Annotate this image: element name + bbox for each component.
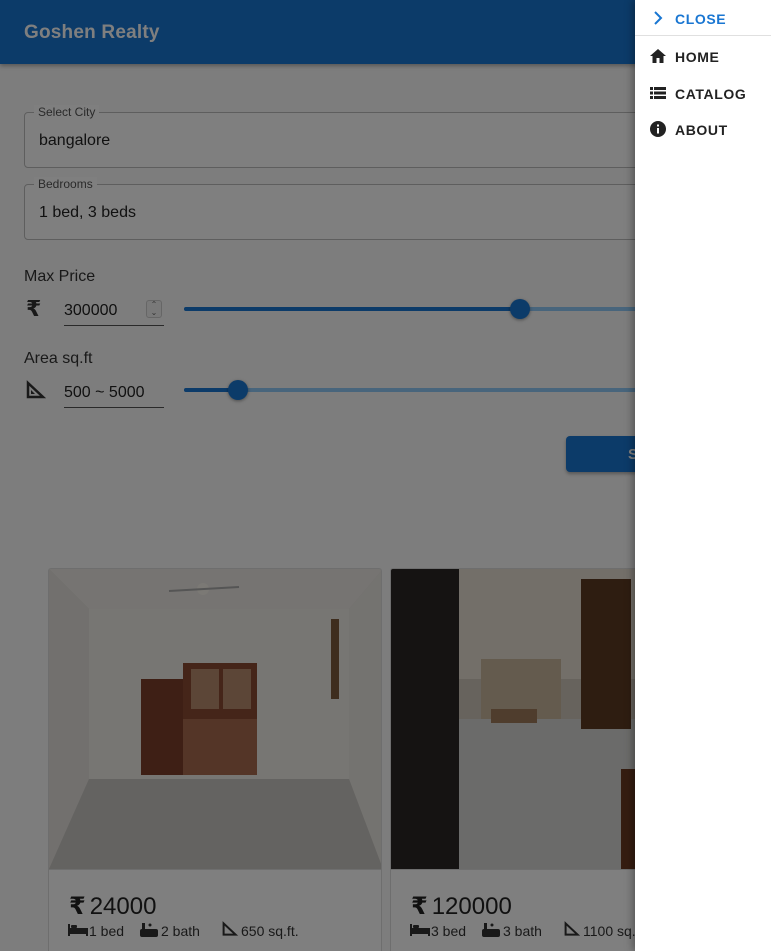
drawer-item-label: ABOUT — [675, 122, 728, 138]
drawer-item-label: CATALOG — [675, 86, 747, 102]
info-icon — [650, 121, 666, 137]
drawer-item-about[interactable]: ABOUT — [635, 111, 771, 147]
drawer-close-button[interactable]: CLOSE — [635, 0, 771, 36]
chevron-right-icon — [654, 11, 663, 25]
home-icon — [650, 49, 666, 63]
drawer-item-catalog[interactable]: CATALOG — [635, 75, 771, 111]
drawer-item-label: HOME — [675, 49, 720, 65]
drawer-close-label: CLOSE — [675, 11, 727, 27]
drawer-item-home[interactable]: HOME — [635, 38, 771, 74]
list-icon — [650, 87, 666, 99]
navigation-drawer: CLOSE HOME CATALOG ABOUT — [635, 0, 771, 951]
